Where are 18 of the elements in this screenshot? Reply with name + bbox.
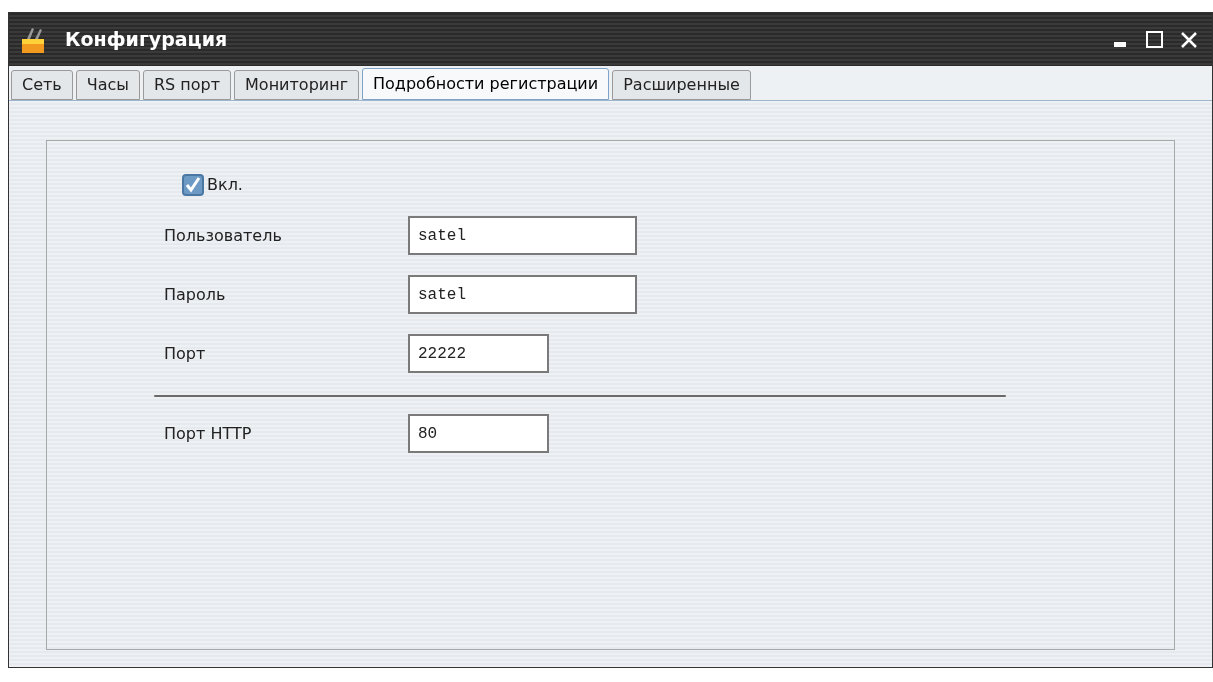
checkbox[interactable] — [182, 174, 204, 196]
window-title: Конфигурация — [65, 27, 228, 53]
maximize-button[interactable] — [1144, 29, 1164, 50]
tab[interactable]: RS порт — [142, 70, 232, 100]
field-label: Пользователь — [164, 224, 283, 247]
input-field[interactable]: 80 — [408, 414, 549, 453]
input-field[interactable]: satel — [408, 216, 637, 255]
field-label: Порт HTTP — [164, 422, 253, 445]
tab[interactable]: Сеть — [11, 70, 73, 100]
checkbox-label: Вкл. — [207, 174, 243, 196]
field-label: Пароль — [164, 283, 227, 306]
input-field[interactable]: 22222 — [408, 334, 549, 373]
input-field[interactable]: satel — [408, 275, 637, 314]
field-label: Порт — [164, 342, 207, 365]
tab[interactable]: Мониторинг — [234, 70, 360, 100]
tab[interactable]: Расширенные — [612, 70, 751, 100]
tab[interactable]: Подробности регистрации — [362, 68, 610, 100]
tab[interactable]: Часы — [75, 70, 140, 100]
